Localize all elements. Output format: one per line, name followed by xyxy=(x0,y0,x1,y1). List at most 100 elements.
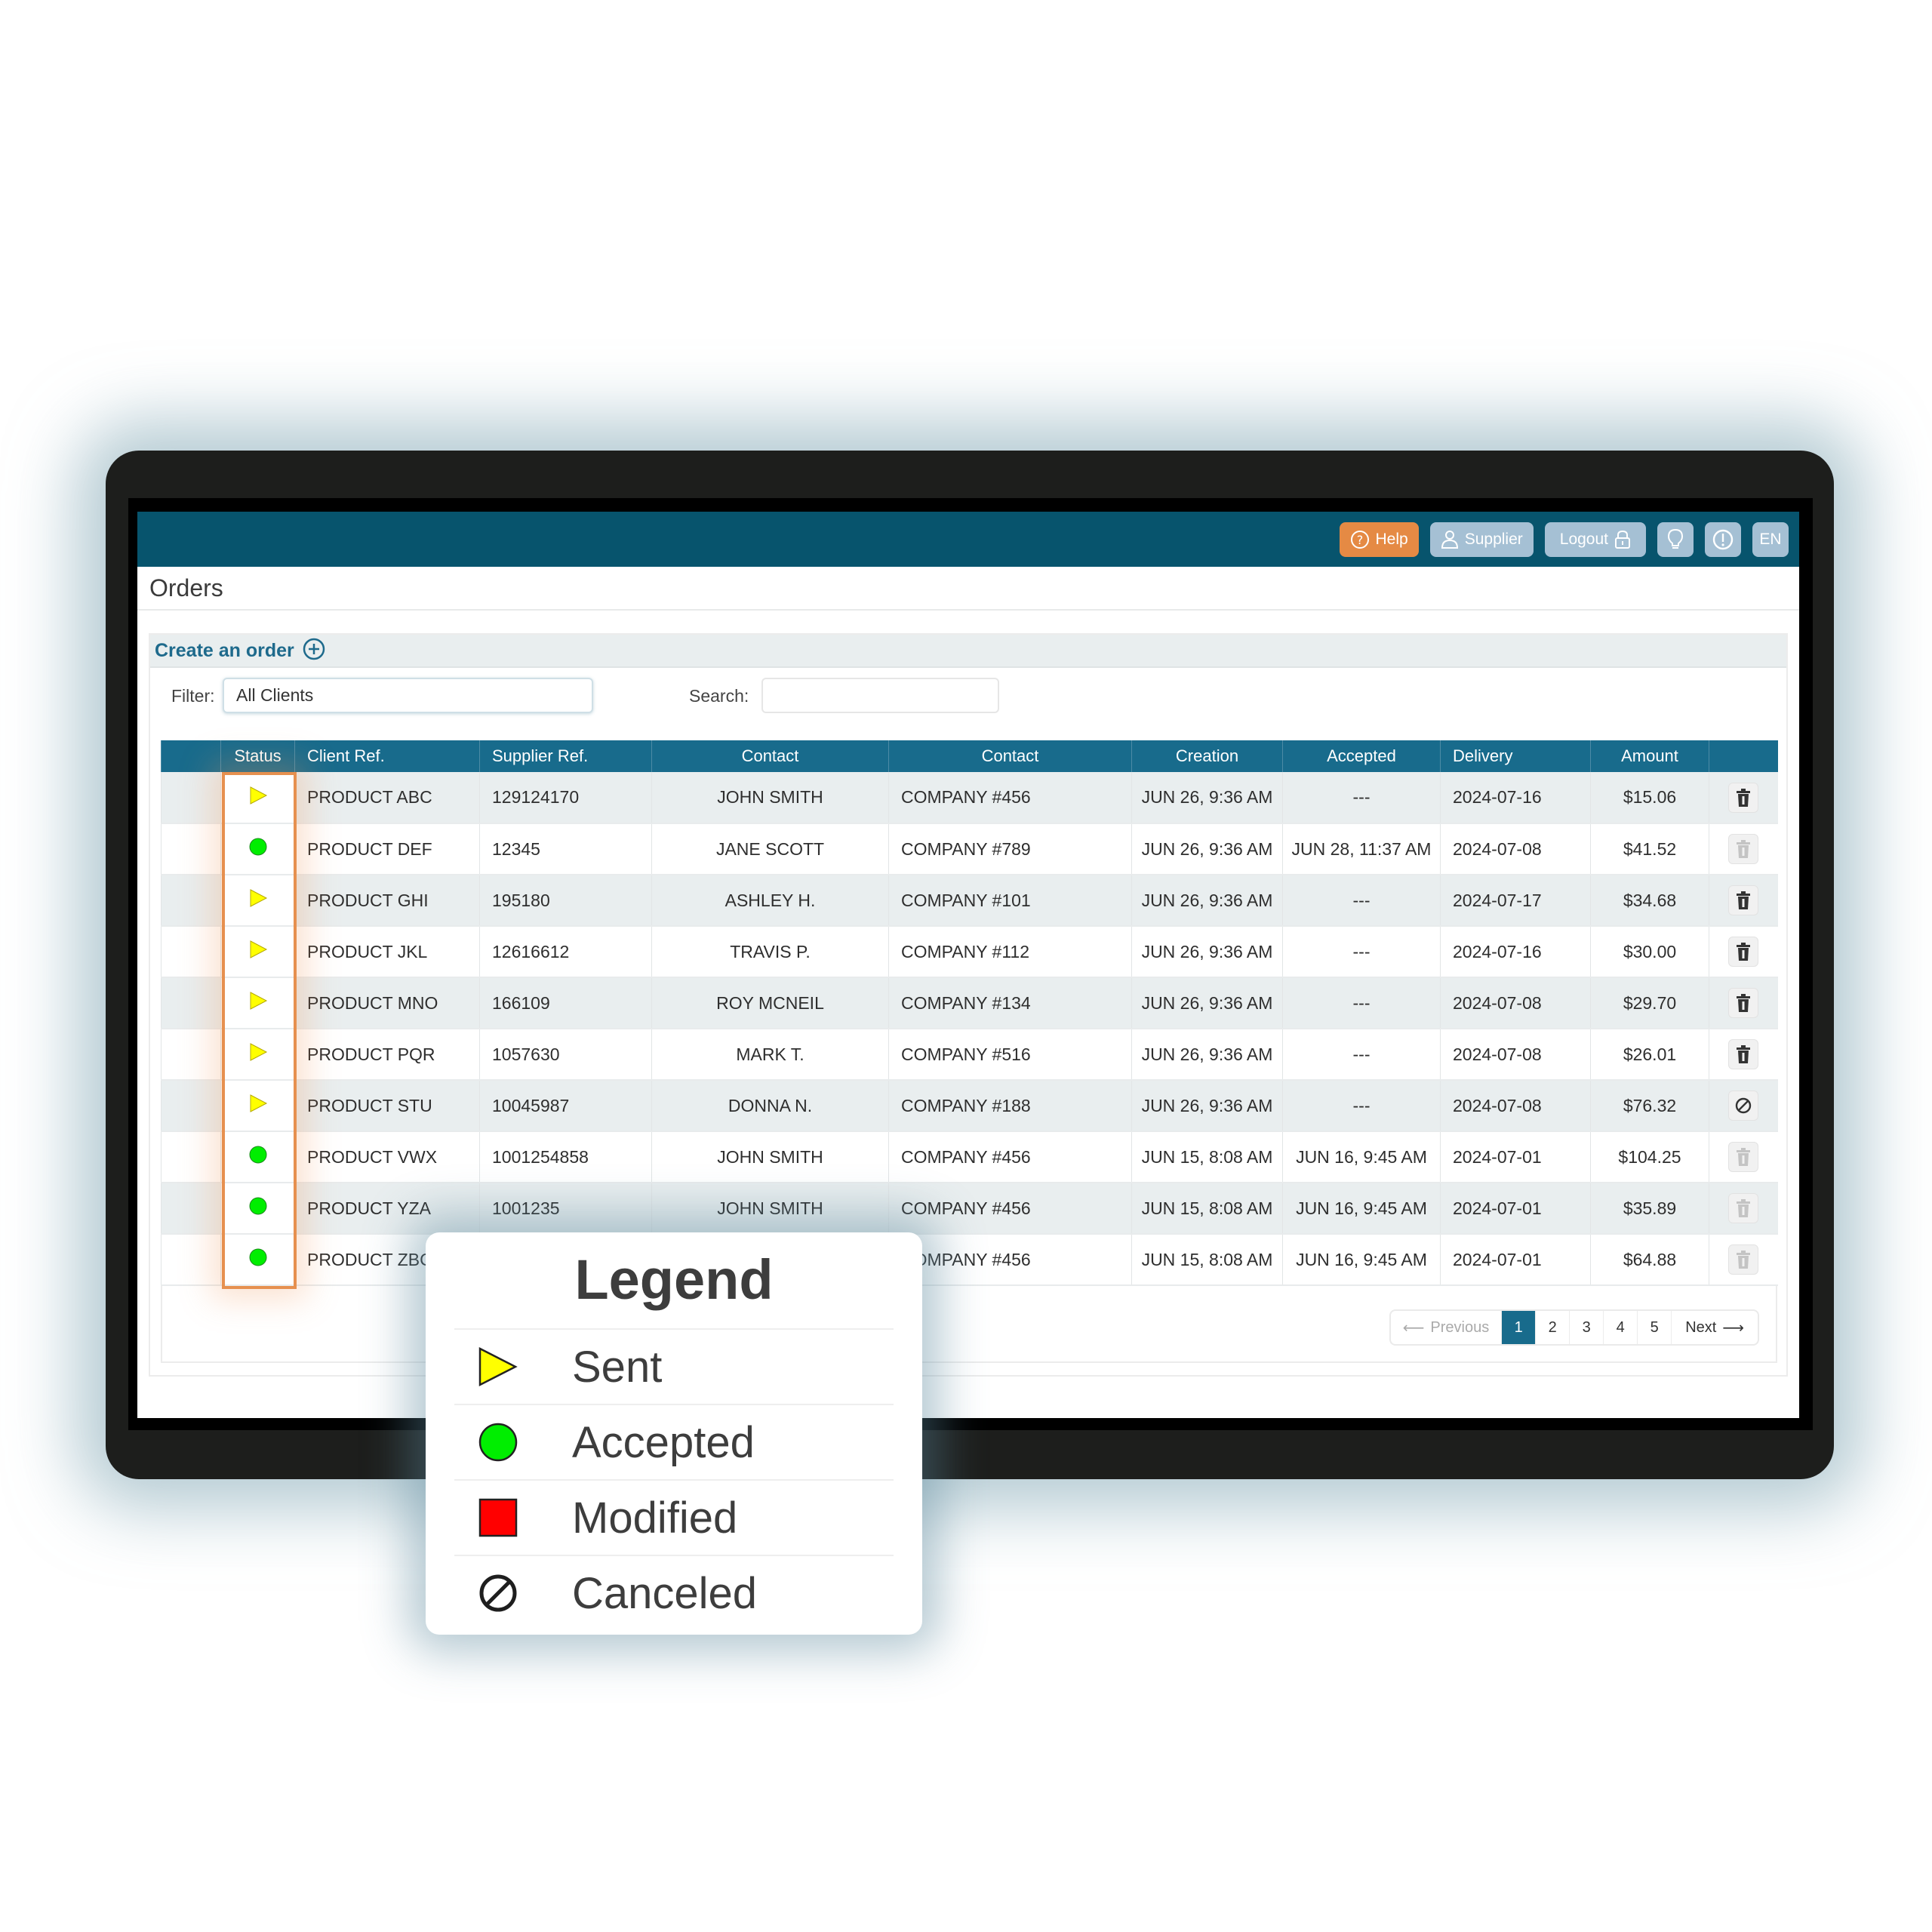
creation-date-cell: JUN 26, 9:36 AM xyxy=(1131,772,1283,824)
action-cell xyxy=(1709,977,1778,1029)
table-row[interactable]: PRODUCT ABC 129124170 JOHN SMITH COMPANY #4… xyxy=(161,772,1778,824)
column-header[interactable]: Supplier Ref. xyxy=(479,740,652,772)
table-row[interactable]: PRODUCT ZBC COMPANY #456 JUN 15, 8:08 AM JU… xyxy=(161,1234,1778,1286)
status-cell xyxy=(220,1080,295,1132)
page-button-5[interactable]: 5 xyxy=(1637,1311,1671,1344)
arrow-right-icon: ⟶ xyxy=(1722,1319,1744,1337)
monitor-frame: ? Help Supplier Logout EN Orders Create … xyxy=(106,451,1834,1479)
client-ref-cell: PRODUCT ABC xyxy=(294,772,480,824)
table-row[interactable]: PRODUCT GHI 195180 ASHLEY H. COMPANY #101 JU… xyxy=(161,875,1778,927)
delete-order-button[interactable] xyxy=(1728,782,1759,813)
column-header[interactable]: Amount xyxy=(1590,740,1709,772)
language-button[interactable]: EN xyxy=(1752,522,1789,557)
action-cell xyxy=(1709,823,1778,875)
trash-icon xyxy=(1735,891,1752,910)
green-circle-icon xyxy=(248,1197,268,1220)
pagination: ⟵ Previous 1 2 3 4 5 Next ⟶ xyxy=(1389,1309,1759,1346)
client-filter-select[interactable] xyxy=(223,678,593,713)
trash-icon xyxy=(1735,1250,1752,1269)
table-row[interactable]: PRODUCT DEF 12345 JANE SCOTT COMPANY #789 JU… xyxy=(161,823,1778,875)
user-icon xyxy=(1441,530,1459,549)
supplier-ref-cell: 1057630 xyxy=(479,1029,652,1081)
green-circle-icon xyxy=(248,1248,268,1271)
table-row[interactable]: PRODUCT STU 10045987 DONNA N. COMPANY #188 J… xyxy=(161,1080,1778,1132)
page-button-1[interactable]: 1 xyxy=(1501,1311,1536,1344)
contact-name-cell: ASHLEY H. xyxy=(651,875,889,927)
accepted-date-cell: JUN 28, 11:37 AM xyxy=(1282,823,1441,875)
table-header-row: Status Client Ref. Supplier Ref. Contact Con… xyxy=(161,740,1778,772)
amount-cell: $34.68 xyxy=(1590,875,1709,927)
delete-order-button[interactable] xyxy=(1728,1039,1759,1069)
column-header[interactable]: Contact xyxy=(651,740,889,772)
amount-cell: $29.70 xyxy=(1590,977,1709,1029)
status-cell xyxy=(220,926,295,978)
company-cell: COMPANY #188 xyxy=(888,1080,1132,1132)
page-button-4[interactable]: 4 xyxy=(1603,1311,1637,1344)
table-row[interactable]: PRODUCT PQR 1057630 MARK T. COMPANY #516 JUN… xyxy=(161,1029,1778,1081)
company-cell: COMPANY #134 xyxy=(888,977,1132,1029)
status-cell xyxy=(220,1029,295,1081)
supplier-button[interactable]: Supplier xyxy=(1429,522,1534,557)
legend-item-modified: Modified xyxy=(454,1479,894,1555)
column-header[interactable]: Accepted xyxy=(1282,740,1441,772)
accepted-date-cell: JUN 16, 9:45 AM xyxy=(1282,1183,1441,1235)
legend-title: Legend xyxy=(574,1248,774,1311)
screen: ? Help Supplier Logout EN Orders Create … xyxy=(128,498,1813,1430)
client-ref-cell: PRODUCT YZA xyxy=(294,1183,480,1235)
column-header[interactable]: Contact xyxy=(888,740,1132,772)
client-ref-cell: PRODUCT GHI xyxy=(294,875,480,927)
table-row[interactable]: PRODUCT JKL 12616612 TRAVIS P. COMPANY #112… xyxy=(161,926,1778,978)
trash-icon xyxy=(1735,993,1752,1013)
accepted-date-cell: JUN 16, 9:45 AM xyxy=(1282,1131,1441,1183)
column-header[interactable]: Creation xyxy=(1131,740,1283,772)
amount-cell: $30.00 xyxy=(1590,926,1709,978)
trash-icon xyxy=(1735,788,1752,808)
next-page-button[interactable]: Next ⟶ xyxy=(1671,1311,1758,1344)
column-header[interactable]: Status xyxy=(220,740,295,772)
yellow-triangle-icon xyxy=(248,940,268,963)
search-input[interactable] xyxy=(761,678,999,713)
row-spacer-cell xyxy=(161,1183,221,1235)
cancel-order-button[interactable] xyxy=(1728,1091,1759,1121)
previous-page-button[interactable]: ⟵ Previous xyxy=(1391,1311,1501,1344)
action-cell xyxy=(1709,772,1778,824)
row-spacer-cell xyxy=(161,926,221,978)
table-row[interactable]: PRODUCT YZA 1001235 JOHN SMITH COMPANY #456… xyxy=(161,1183,1778,1235)
column-header[interactable] xyxy=(1709,740,1778,772)
trash-icon xyxy=(1735,1198,1752,1218)
exclamation-circle-icon xyxy=(1712,528,1734,551)
company-cell: COMPANY #516 xyxy=(888,1029,1132,1081)
delivery-date-cell: 2024-07-01 xyxy=(1440,1131,1591,1183)
plus-circle-icon[interactable] xyxy=(302,637,326,665)
delete-order-button[interactable] xyxy=(1728,885,1759,915)
table-row[interactable]: PRODUCT VWX 1001254858 JOHN SMITH COMPANY #… xyxy=(161,1131,1778,1183)
amount-cell: $35.89 xyxy=(1590,1183,1709,1235)
row-spacer-cell xyxy=(161,772,221,824)
supplier-ref-cell: 12345 xyxy=(479,823,652,875)
delivery-date-cell: 2024-07-16 xyxy=(1440,926,1591,978)
company-cell: COMPANY #789 xyxy=(888,823,1132,875)
table-row[interactable]: PRODUCT MNO 166109 ROY MCNEIL COMPANY #134 J… xyxy=(161,977,1778,1029)
amount-cell: $26.01 xyxy=(1590,1029,1709,1081)
column-header[interactable]: Client Ref. xyxy=(294,740,480,772)
supplier-ref-cell: 12616612 xyxy=(479,926,652,978)
page-button-2[interactable]: 2 xyxy=(1535,1311,1569,1344)
tips-button[interactable] xyxy=(1657,522,1694,557)
row-spacer-cell xyxy=(161,1234,221,1286)
page-header: Orders xyxy=(137,567,1799,611)
logout-button[interactable]: Logout xyxy=(1544,522,1646,557)
column-header[interactable] xyxy=(161,740,221,772)
trash-icon xyxy=(1735,942,1752,961)
supplier-ref-cell: 1001235 xyxy=(479,1183,652,1235)
help-button[interactable]: ? Help xyxy=(1339,522,1419,557)
create-order-link[interactable]: Create an order xyxy=(155,640,294,662)
delete-order-button[interactable] xyxy=(1728,937,1759,967)
column-header[interactable]: Delivery xyxy=(1440,740,1591,772)
alerts-button[interactable] xyxy=(1705,522,1741,557)
status-cell xyxy=(220,875,295,927)
page-button-3[interactable]: 3 xyxy=(1569,1311,1603,1344)
status-cell xyxy=(220,1131,295,1183)
delete-order-button[interactable] xyxy=(1728,988,1759,1018)
creation-date-cell: JUN 15, 8:08 AM xyxy=(1131,1131,1283,1183)
supplier-ref-cell: 1001254858 xyxy=(479,1131,652,1183)
